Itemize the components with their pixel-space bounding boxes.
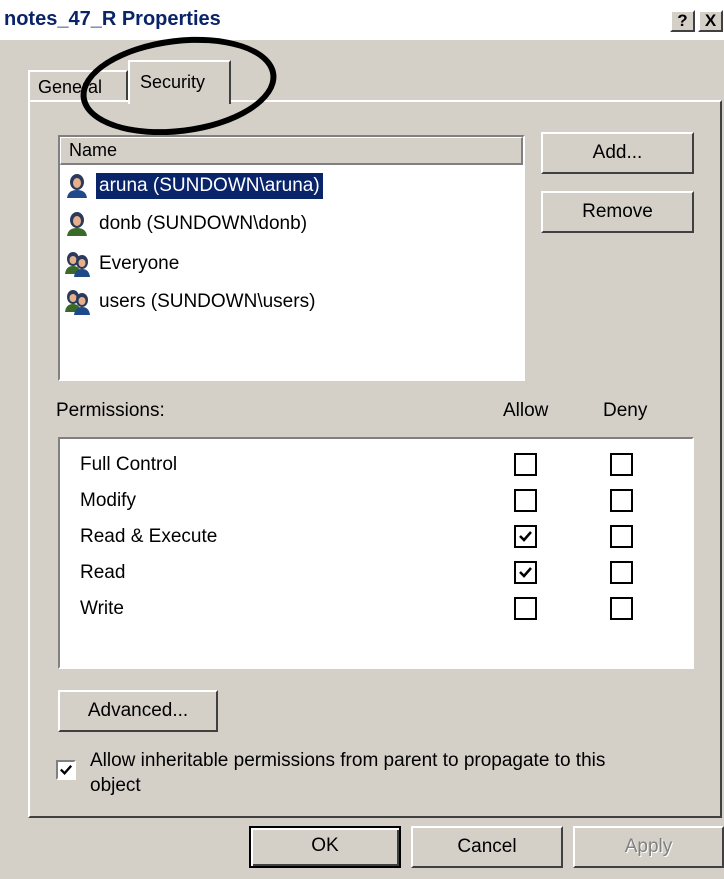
deny-checkbox[interactable] [610,561,633,584]
inherit-label-line1: Allow inheritable permissions from paren… [90,750,606,771]
ok-button-label: OK [311,835,339,856]
user-list-item[interactable]: aruna (SUNDOWN\aruna) [64,170,323,202]
ok-button[interactable]: OK [249,826,401,868]
permission-name: Read & Execute [80,526,218,547]
tab-general-label: General [38,77,103,97]
column-header-name[interactable]: Name [60,137,523,165]
allow-checkbox[interactable] [514,561,537,584]
allow-checkbox[interactable] [514,525,537,548]
user-list-item[interactable]: users (SUNDOWN\users) [64,286,318,318]
permission-name: Write [80,598,124,619]
tab-general[interactable]: General [28,70,128,102]
deny-checkbox[interactable] [610,453,633,476]
user-list-item[interactable]: donb (SUNDOWN\donb) [64,208,310,240]
column-header-name-label: Name [69,140,118,160]
deny-checkbox[interactable] [610,489,633,512]
user-icon [67,174,87,198]
user-list-item[interactable]: Everyone [64,248,182,280]
user-name: users (SUNDOWN\users) [99,291,316,312]
group-icon [65,252,90,277]
allow-checkbox[interactable] [514,597,537,620]
help-icon: ? [677,11,688,30]
cancel-button[interactable]: Cancel [411,826,563,868]
advanced-button[interactable]: Advanced... [58,690,218,732]
deny-checkbox[interactable] [610,597,633,620]
allow-checkbox[interactable] [514,453,537,476]
deny-checkbox[interactable] [610,525,633,548]
check-icon [519,531,532,542]
deny-header: Deny [603,400,648,421]
tab-security[interactable]: Security [128,60,231,104]
close-icon: X [704,11,717,30]
check-icon [519,567,532,578]
check-icon [59,764,73,776]
permissions-label: Permissions: [56,400,165,421]
permission-name: Full Control [80,454,178,475]
add-button-label: Add... [592,142,643,163]
user-name: aruna (SUNDOWN\aruna) [96,173,323,199]
inherit-label-line2: object [90,775,141,796]
inherit-checkbox[interactable] [56,760,76,780]
permission-name: Read [80,562,126,583]
title-bar: notes_47_R Properties ? X [0,0,724,40]
permission-name: Modify [80,490,136,511]
cancel-button-label: Cancel [457,836,517,857]
user-name: Everyone [99,253,180,274]
user-icon [67,212,87,236]
remove-button[interactable]: Remove [541,191,694,233]
help-button[interactable]: ? [670,10,695,32]
apply-button-label: Apply [624,836,673,857]
allow-header: Allow [503,400,549,421]
close-button[interactable]: X [698,10,723,32]
window-title: notes_47_R Properties [4,8,221,30]
user-list[interactable]: Name aruna (SUNDOWN\aruna) donb (SUNDOWN… [58,135,525,381]
group-icon [65,290,90,315]
user-name: donb (SUNDOWN\donb) [99,213,308,234]
advanced-button-label: Advanced... [87,700,189,721]
add-button[interactable]: Add... [541,132,694,174]
tab-security-label: Security [140,72,206,92]
allow-checkbox[interactable] [514,489,537,512]
remove-button-label: Remove [582,201,653,222]
apply-button[interactable]: Apply [573,826,724,868]
